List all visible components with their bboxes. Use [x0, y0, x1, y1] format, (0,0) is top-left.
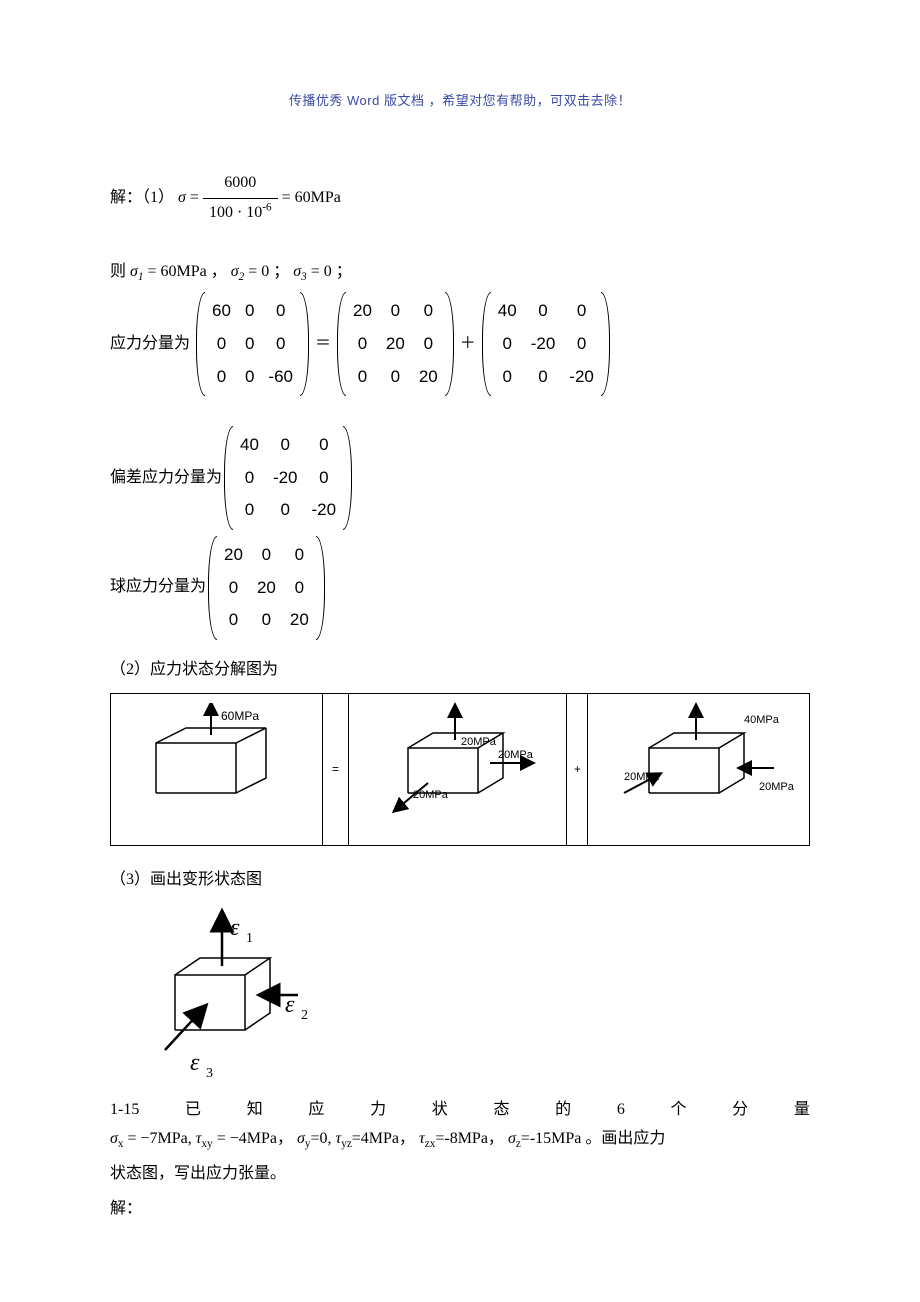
s1: σ	[130, 263, 138, 280]
spherical-row: 球应力分量为 2000 0200 0020	[110, 536, 810, 640]
den-b: 10	[246, 204, 262, 221]
svg-text:20MPa: 20MPa	[461, 736, 497, 748]
svg-text:1: 1	[246, 931, 253, 946]
problem-1-15-head: 1-15 已 知 应 力 状 态 的 6 个 分 量	[110, 1095, 810, 1119]
decomp-eq: =	[322, 693, 348, 845]
svg-text:40MPa: 40MPa	[744, 714, 780, 726]
frac-num: 6000	[203, 169, 278, 199]
matrix-deviatoric: 4000 0-200 00-20	[480, 292, 612, 396]
given-stress-components: σx = −7MPa, τxy = −4MPa， σy=0, τyz=4MPa，…	[110, 1125, 810, 1154]
matrix-spherical-2: 2000 0200 0020	[206, 536, 327, 640]
den-a: 100	[209, 204, 233, 221]
svg-text:20MPa: 20MPa	[624, 771, 660, 783]
eq-symbol: ＝	[311, 330, 335, 359]
svg-text:ε: ε	[285, 992, 295, 1018]
cube1-label: 60MPa	[221, 709, 259, 723]
sigma-principal-line: 则 σ1 = 60MPa ， σ2 = 0 ； σ3 = 0 ；	[110, 258, 810, 287]
svg-text:3: 3	[206, 1066, 213, 1080]
label-stress: 应力分量为	[110, 330, 190, 359]
sigma-unit: MPa	[311, 189, 341, 206]
deviatoric-row: 偏差应力分量为 4000 0-200 00-20	[110, 426, 810, 530]
svg-text:20MPa: 20MPa	[498, 749, 534, 761]
line2-prefix: 则	[110, 263, 126, 280]
cube-3: 40MPa 20MPa 20MPa	[594, 698, 804, 838]
matrix-full: 6000 000 00-60	[194, 292, 311, 396]
stress-decomp-row: 应力分量为 6000 000 00-60 ＝ 2000 0200 0020 ＋	[110, 292, 810, 396]
s3-val: = 0 ；	[307, 263, 352, 280]
last-line: 状态图，写出应力张量。	[110, 1160, 810, 1189]
cube-2: 20MPa 20MPa 20MPa	[358, 698, 558, 838]
answer-label: 解：	[110, 1195, 810, 1224]
page-header: 传播优秀 Word 版文档 ，希望对您有帮助，可双击去除！	[110, 90, 810, 109]
s3: σ	[293, 263, 301, 280]
cdot: ·	[237, 204, 242, 221]
prefix-1: 解：（1）	[110, 189, 174, 206]
svg-text:ε: ε	[190, 1050, 200, 1076]
s2: σ	[231, 263, 239, 280]
svg-text:20MPa: 20MPa	[759, 781, 795, 793]
plus-symbol: ＋	[456, 330, 480, 359]
cube-1: 60MPa	[126, 703, 306, 833]
part-a-label: （2）应力状态分解图为	[110, 656, 810, 685]
problem-number: 1-15	[110, 1101, 139, 1119]
label-spherical: 球应力分量为	[110, 573, 206, 602]
strain-state-figure: ε 1 ε 2 ε 3	[130, 900, 810, 1085]
sigma-result: 60	[295, 189, 311, 206]
s2-val: = 0 ；	[244, 263, 289, 280]
den-exp: -6	[262, 201, 271, 213]
matrix-deviatoric-2: 4000 0-200 00-20	[222, 426, 354, 530]
label-deviatoric: 偏差应力分量为	[110, 464, 222, 493]
svg-text:ε: ε	[230, 915, 240, 941]
matrix-spherical: 2000 0200 0020	[335, 292, 456, 396]
s1-val: = 60MPa ，	[144, 263, 227, 280]
svg-text:20MPa: 20MPa	[413, 789, 449, 801]
solution-line-1: 解：（1） σ = 6000 100 · 10-6 = 60MPa	[110, 169, 810, 228]
decomp-plus: +	[567, 693, 588, 845]
part-b-label: （3）画出变形状态图	[110, 866, 810, 895]
svg-text:2: 2	[301, 1008, 308, 1023]
stress-decomp-figure: 60MPa = 20MPa	[110, 693, 810, 846]
